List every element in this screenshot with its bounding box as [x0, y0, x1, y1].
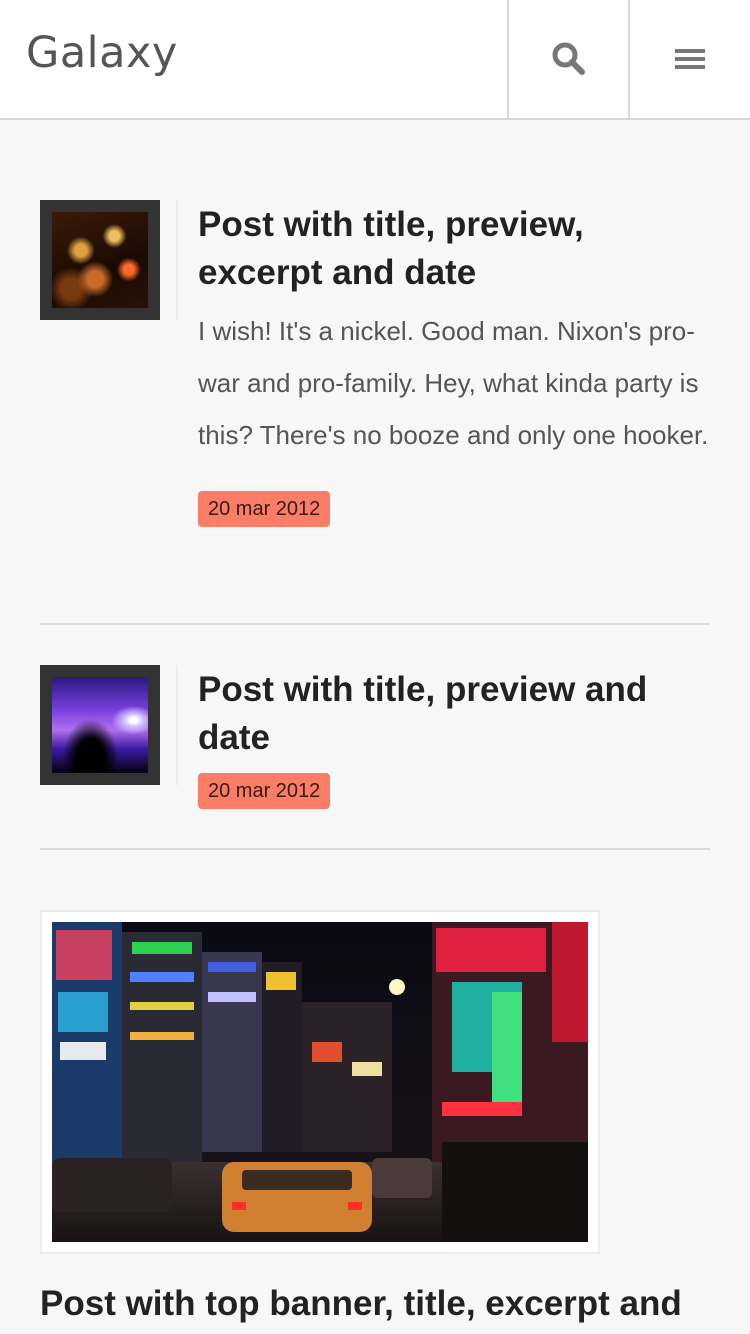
tokyo-night-street-photo — [52, 922, 588, 1242]
post-title[interactable]: Post with title, preview and date — [198, 665, 710, 762]
post-separator-line — [176, 665, 178, 785]
post-title[interactable]: Post with title, preview, excerpt and da… — [198, 200, 710, 297]
post-separator-line — [176, 200, 178, 320]
post-divider — [40, 848, 710, 850]
hamburger-menu-icon — [674, 49, 705, 69]
post-banner[interactable] — [40, 910, 600, 1254]
top-header: Galaxy — [0, 0, 750, 120]
post-title[interactable]: Post with top banner, title, excerpt and — [40, 1280, 720, 1328]
menu-button[interactable] — [628, 0, 749, 118]
concert-dj-photo — [52, 677, 148, 773]
post-thumbnail[interactable] — [40, 200, 160, 320]
brand-logo[interactable]: Galaxy — [26, 28, 178, 78]
post-date-badge: 20 mar 2012 — [198, 491, 331, 527]
post-thumbnail[interactable] — [40, 665, 160, 785]
night-lights-photo — [52, 212, 148, 308]
post-item[interactable]: Post with title, preview, excerpt and da… — [40, 200, 710, 600]
post-excerpt: I wish! It's a nickel. Good man. Nixon's… — [198, 316, 709, 450]
post-date-badge: 20 mar 2012 — [198, 773, 331, 809]
search-button[interactable] — [507, 0, 628, 118]
post-item[interactable]: Post with title, preview and date 20 mar… — [40, 665, 710, 815]
post-divider — [40, 623, 710, 625]
search-icon — [552, 42, 585, 75]
